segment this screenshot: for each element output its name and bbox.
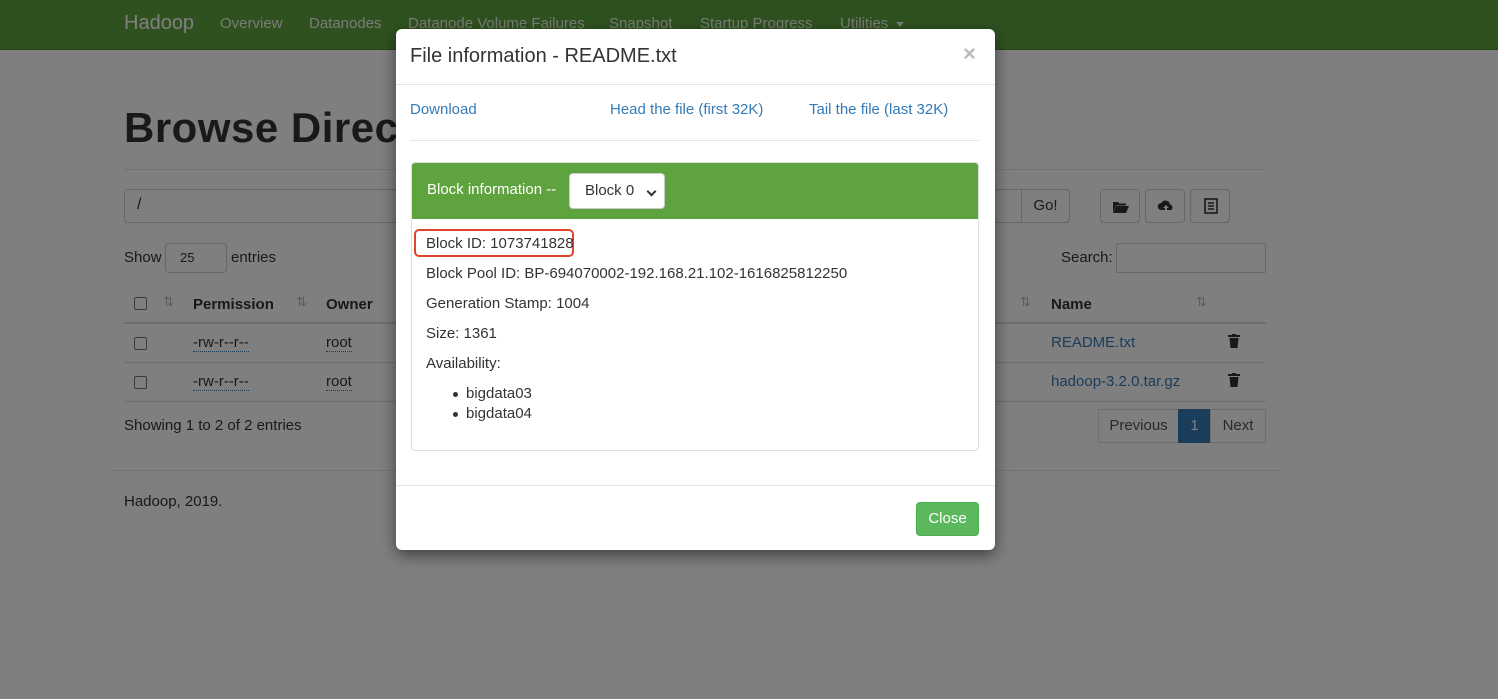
block-pool-id: Block Pool ID: BP-694070002-192.168.21.1… bbox=[426, 265, 848, 282]
file-info-modal: File information - README.txt × Download… bbox=[396, 29, 995, 550]
availability-host: bigdata03 bbox=[466, 385, 532, 402]
availability-label: Availability: bbox=[426, 355, 501, 372]
block-select[interactable]: Block 0 bbox=[569, 173, 665, 209]
links-divider bbox=[410, 140, 979, 141]
chevron-down-icon bbox=[646, 186, 657, 197]
block-size: Size: 1361 bbox=[426, 325, 497, 342]
block-info-label: Block information -- bbox=[427, 181, 557, 198]
block-id: Block ID: 1073741828 bbox=[426, 235, 574, 252]
bullet-icon bbox=[453, 412, 458, 417]
close-icon[interactable]: × bbox=[963, 41, 976, 67]
tail-file-link[interactable]: Tail the file (last 32K) bbox=[809, 101, 948, 118]
download-link[interactable]: Download bbox=[410, 101, 477, 118]
close-button[interactable]: Close bbox=[916, 502, 979, 536]
panel-heading: Block information -- Block 0 bbox=[412, 163, 978, 219]
generation-stamp: Generation Stamp: 1004 bbox=[426, 295, 590, 312]
block-info-panel: Block information -- Block 0 Block ID: 1… bbox=[411, 162, 979, 451]
head-file-link[interactable]: Head the file (first 32K) bbox=[610, 101, 763, 118]
modal-title: File information - README.txt bbox=[410, 45, 677, 67]
block-select-value: Block 0 bbox=[585, 182, 635, 199]
modal-footer-divider bbox=[396, 485, 995, 486]
bullet-icon bbox=[453, 392, 458, 397]
availability-host: bigdata04 bbox=[466, 405, 532, 422]
modal-header-divider bbox=[396, 84, 995, 85]
